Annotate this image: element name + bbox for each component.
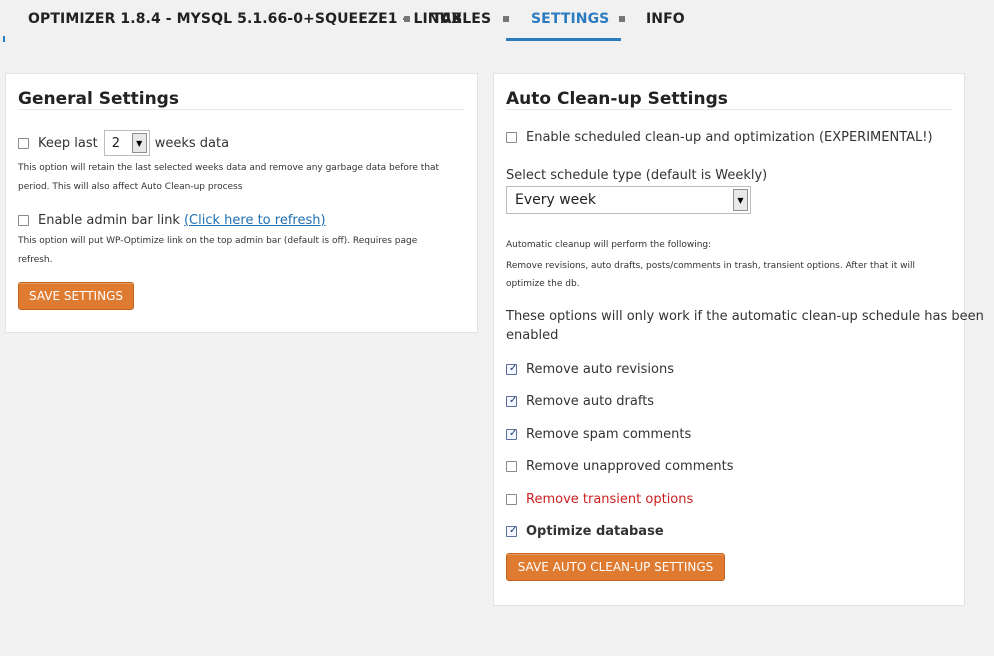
schedule-type-value: Every week bbox=[515, 192, 597, 208]
keep-help-text-2: period. This will also affect Auto Clean… bbox=[18, 182, 243, 192]
checkmark-icon: ✓ bbox=[509, 427, 518, 439]
remove-transient-options-checkbox[interactable] bbox=[506, 493, 517, 505]
enable-schedule-label: Enable scheduled clean-up and optimizati… bbox=[526, 129, 933, 145]
checkmark-icon: ✓ bbox=[509, 394, 518, 406]
nav-separator bbox=[619, 16, 625, 22]
option-label: Remove auto revisions bbox=[526, 361, 674, 377]
optimize-database-checkbox[interactable]: ✓ bbox=[506, 524, 518, 537]
cleanup-info-3: optimize the db. bbox=[506, 279, 580, 289]
tab-info[interactable]: INFO bbox=[646, 11, 685, 27]
general-settings-title: General Settings bbox=[18, 89, 179, 109]
option-remove-spam-comments: ✓ Remove spam comments bbox=[506, 425, 691, 443]
schedule-note-2: enabled bbox=[506, 328, 559, 343]
option-remove-auto-revisions: ✓ Remove auto revisions bbox=[506, 360, 674, 378]
plugin-title: OPTIMIZER 1.8.4 - MYSQL 5.1.66-0+SQUEEZE… bbox=[28, 11, 462, 27]
nav-separator bbox=[404, 16, 410, 22]
remove-unapproved-comments-checkbox[interactable] bbox=[506, 460, 517, 472]
option-remove-transient-options: Remove transient options bbox=[506, 490, 693, 508]
option-remove-auto-drafts: ✓ Remove auto drafts bbox=[506, 392, 654, 410]
keep-help-text-1: This option will retain the last selecte… bbox=[18, 163, 440, 173]
option-label-warning: Remove transient options bbox=[526, 491, 694, 507]
chevron-down-icon: ▼ bbox=[733, 189, 748, 211]
cleanup-info-2: Remove revisions, auto drafts, posts/com… bbox=[506, 261, 915, 271]
nav-edge-marker bbox=[3, 36, 5, 42]
option-label: Remove unapproved comments bbox=[526, 458, 734, 474]
weeks-select[interactable]: 2 ▼ bbox=[103, 130, 150, 156]
weeks-value: 2 bbox=[111, 135, 120, 151]
cleanup-info-1: Automatic cleanup will perform the follo… bbox=[506, 240, 712, 250]
remove-spam-comments-checkbox[interactable]: ✓ bbox=[506, 427, 518, 440]
option-label: Remove spam comments bbox=[526, 426, 692, 442]
save-settings-button[interactable]: SAVE SETTINGS bbox=[18, 282, 134, 310]
admin-help-text-2: refresh. bbox=[18, 255, 53, 265]
divider bbox=[18, 109, 465, 110]
keep-last-label: Keep last bbox=[38, 135, 98, 151]
schedule-type-select[interactable]: Every week ▼ bbox=[506, 186, 751, 214]
auto-cleanup-title: Auto Clean-up Settings bbox=[506, 89, 728, 109]
active-tab-underline bbox=[506, 38, 621, 41]
enable-schedule-row: Enable scheduled clean-up and optimizati… bbox=[506, 128, 933, 146]
chevron-down-icon: ▼ bbox=[131, 133, 147, 153]
keep-last-checkbox[interactable] bbox=[18, 137, 29, 149]
weeks-suffix: weeks data bbox=[154, 135, 230, 151]
refresh-link[interactable]: (Click here to refresh) bbox=[184, 213, 326, 228]
remove-auto-revisions-checkbox[interactable]: ✓ bbox=[506, 362, 518, 375]
keep-last-row: Keep last 2 ▼ weeks data bbox=[18, 130, 229, 156]
save-auto-cleanup-button[interactable]: SAVE AUTO CLEAN-UP SETTINGS bbox=[506, 553, 725, 581]
checkmark-icon: ✓ bbox=[509, 362, 518, 374]
option-label: Optimize database bbox=[526, 523, 664, 539]
admin-bar-label: Enable admin bar link bbox=[38, 212, 180, 228]
top-navigation: OPTIMIZER 1.8.4 - MYSQL 5.1.66-0+SQUEEZE… bbox=[0, 0, 994, 44]
schedule-note-1: These options will only work if the auto… bbox=[506, 309, 984, 324]
checkmark-icon: ✓ bbox=[509, 524, 518, 536]
schedule-type-label: Select schedule type (default is Weekly) bbox=[506, 167, 768, 183]
nav-separator bbox=[503, 16, 509, 22]
remove-auto-drafts-checkbox[interactable]: ✓ bbox=[506, 394, 518, 407]
tab-settings[interactable]: SETTINGS bbox=[531, 11, 609, 27]
option-optimize-database: ✓ Optimize database bbox=[506, 522, 664, 540]
tab-tables[interactable]: TABLES bbox=[432, 11, 491, 27]
option-label: Remove auto drafts bbox=[526, 393, 655, 409]
admin-help-text-1: This option will put WP-Optimize link on… bbox=[18, 236, 418, 246]
divider bbox=[506, 109, 952, 110]
admin-bar-row: Enable admin bar link (Click here to ref… bbox=[18, 211, 326, 229]
admin-bar-checkbox[interactable] bbox=[18, 214, 29, 226]
enable-schedule-checkbox[interactable] bbox=[506, 131, 517, 143]
general-settings-panel: General Settings Keep last 2 ▼ weeks dat… bbox=[5, 73, 478, 333]
option-remove-unapproved-comments: Remove unapproved comments bbox=[506, 457, 733, 475]
auto-cleanup-panel: Auto Clean-up Settings Enable scheduled … bbox=[493, 73, 984, 606]
